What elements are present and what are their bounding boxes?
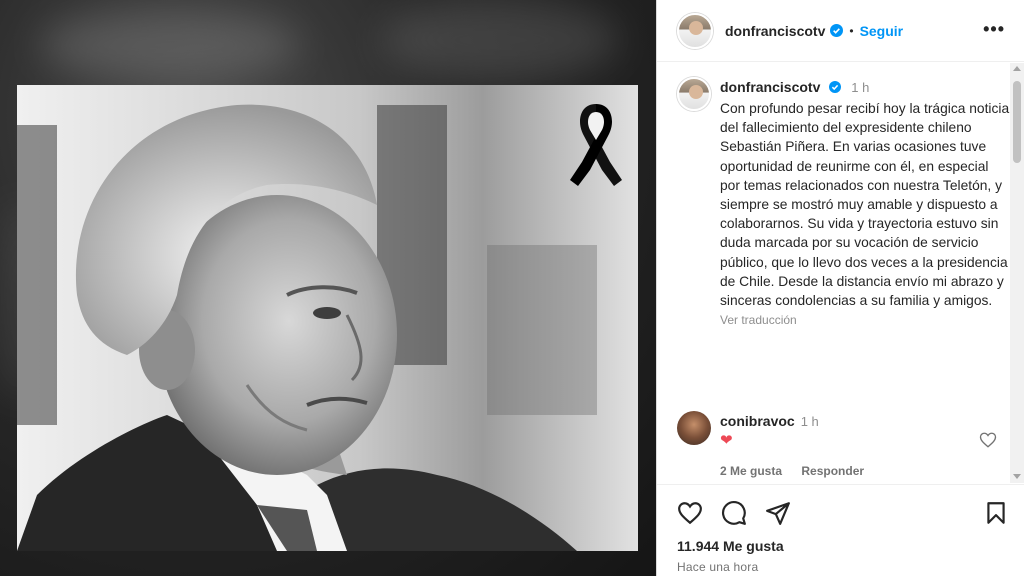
post-sidebar: donfranciscotv • Seguir ••• donfrancisco… [656,0,1024,576]
caption-username[interactable]: donfranciscotv [720,79,820,95]
scroll-up-arrow-icon[interactable] [1013,66,1021,71]
comment-bubble-icon[interactable] [721,500,747,526]
separator-dot: • [849,23,854,38]
save-bookmark-icon[interactable] [983,500,1009,526]
comments-section[interactable]: donfranciscotv 1 h Con profundo pesar re… [657,63,1013,483]
caption-avatar[interactable] [677,77,711,111]
caption-timestamp[interactable]: 1 h [851,80,869,95]
commenter-username[interactable]: conibravoc [720,413,795,429]
verified-badge-icon [830,24,844,37]
portrait-illustration [17,85,638,551]
share-paper-plane-icon[interactable] [765,500,791,526]
author-username[interactable]: donfranciscotv [725,23,825,39]
caption-text: Con profundo pesar recibí hoy la trágica… [720,101,1010,309]
comments-scrollbar[interactable] [1010,63,1024,483]
scroll-thumb[interactable] [1013,81,1021,163]
portrait-photo [17,85,638,551]
see-translation-link[interactable]: Ver traducción [720,313,1010,327]
comment-meta: 2 Me gusta Responder [720,464,880,478]
comment-likes-count[interactable]: 2 Me gusta [720,464,782,478]
likes-count[interactable]: 11.944 Me gusta [677,538,784,554]
more-options-icon[interactable]: ••• [983,20,1005,38]
smoke-texture [380,0,620,80]
reply-button[interactable]: Responder [801,464,864,478]
comment-timestamp[interactable]: 1 h [801,414,819,429]
like-heart-icon[interactable] [677,500,703,526]
verified-badge-icon [828,81,841,93]
scroll-down-arrow-icon[interactable] [1013,474,1021,479]
post-header: donfranciscotv • Seguir ••• [657,0,1024,62]
mourning-ribbon-icon [570,104,622,186]
smoke-texture [40,10,300,80]
post-media[interactable] [0,0,656,576]
follow-button[interactable]: Seguir [860,23,904,39]
heart-emoji-icon: ❤ [720,432,733,449]
comment-like-heart-icon[interactable] [979,431,997,449]
author-avatar[interactable] [677,12,713,49]
commenter-avatar[interactable] [677,411,711,445]
post-time-ago[interactable]: Hace una hora [677,560,758,574]
post-actions: 11.944 Me gusta Hace una hora [657,484,1024,576]
